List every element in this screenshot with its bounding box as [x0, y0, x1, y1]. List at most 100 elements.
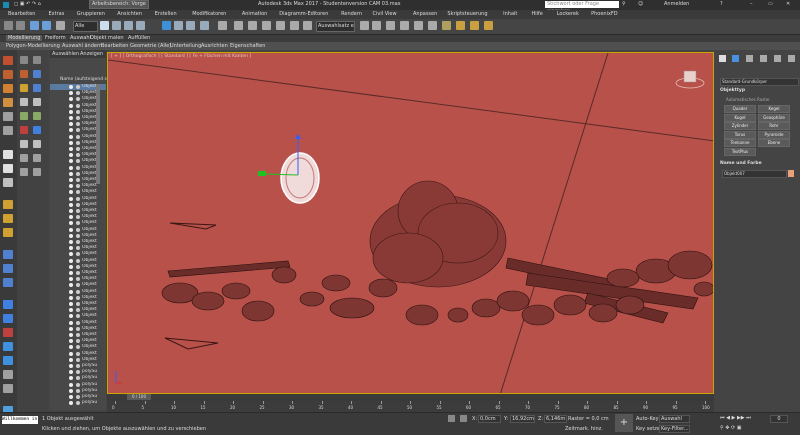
key-selection-dropdown[interactable]: Auswahl [659, 415, 690, 423]
snap-3d-icon[interactable] [248, 21, 257, 30]
viewport-nav-icons[interactable]: ⚲ ✥ ⟳ ▣ [720, 425, 742, 431]
containers-icon[interactable] [33, 126, 41, 134]
motion-tab-icon[interactable] [760, 55, 767, 62]
create-tab-icon[interactable] [719, 55, 726, 62]
hierarchy-tab-icon[interactable] [746, 55, 753, 62]
motion-icon[interactable] [3, 98, 13, 107]
display-tab-icon[interactable] [774, 55, 781, 62]
visibility-eye-icon[interactable] [69, 103, 73, 108]
pause-icon[interactable] [3, 164, 13, 173]
ribbon-tab-3[interactable]: Objekt malen [90, 35, 124, 41]
particle-icon[interactable] [3, 342, 13, 351]
sculpt-icon[interactable] [3, 228, 13, 237]
visibility-eye-icon[interactable] [69, 314, 73, 319]
visibility-eye-icon[interactable] [69, 364, 73, 368]
create-ebene-button[interactable]: Ebene [758, 139, 790, 147]
create-geosphäre-button[interactable]: Geosphäre [758, 113, 790, 122]
window-crossing-icon[interactable] [136, 21, 145, 30]
visibility-eye-icon[interactable] [69, 91, 73, 96]
menu-item-14[interactable]: Lockerek [557, 11, 579, 17]
fluid-icon[interactable] [3, 356, 13, 365]
z-coordinate[interactable]: 6,146m [544, 415, 567, 423]
visibility-eye-icon[interactable] [69, 295, 73, 300]
utilities-icon[interactable] [3, 126, 13, 135]
visibility-eye-icon[interactable] [69, 351, 73, 356]
tree-mesh[interactable] [369, 180, 507, 288]
visibility-eye-icon[interactable] [69, 147, 73, 151]
login-button[interactable]: Anmelden [664, 1, 689, 7]
visibility-eye-icon[interactable] [69, 370, 73, 375]
visibility-eye-icon[interactable] [69, 252, 73, 257]
object-name-field[interactable]: Objekt007 [722, 170, 787, 178]
visibility-eye-icon[interactable] [69, 116, 73, 120]
visibility-eye-icon[interactable] [69, 190, 73, 195]
visibility-eye-icon[interactable] [69, 258, 73, 263]
bind-icon[interactable] [56, 21, 65, 30]
select-by-name-icon[interactable] [112, 21, 121, 30]
move-icon[interactable] [162, 21, 171, 30]
filter-icon[interactable] [33, 56, 41, 64]
bones-icon[interactable] [20, 126, 28, 134]
cameras-icon[interactable] [33, 84, 41, 92]
rotate-icon[interactable] [174, 21, 183, 30]
app-logo-icon[interactable] [3, 2, 9, 8]
angle-snap-icon[interactable] [262, 21, 271, 30]
select-icon[interactable] [20, 56, 28, 64]
playback-controls[interactable]: ⏮ ◀ ▶ ▶▶ ⏭ [720, 415, 751, 421]
cloth-icon[interactable] [3, 370, 13, 379]
menu-item-13[interactable]: Hilfe [531, 11, 542, 17]
groups-icon[interactable] [20, 112, 28, 120]
visibility-eye-icon[interactable] [69, 184, 73, 189]
selection-filter-dropdown[interactable]: Alle [73, 21, 98, 32]
category-icons[interactable] [719, 67, 797, 73]
visibility-eye-icon[interactable] [69, 382, 73, 387]
auto-key-button[interactable]: Auto-Key [636, 416, 659, 422]
visibility-eye-icon[interactable] [69, 326, 73, 331]
visibility-eye-icon[interactable] [69, 178, 73, 182]
visibility-eye-icon[interactable] [69, 122, 73, 127]
visibility-eye-icon[interactable] [69, 264, 73, 269]
visibility-eye-icon[interactable] [69, 376, 73, 381]
y-coordinate[interactable]: 16,92cm [510, 415, 535, 423]
view-cube[interactable] [675, 70, 705, 89]
utilities-tab-icon[interactable] [788, 55, 795, 62]
frozen-icon[interactable] [20, 140, 28, 148]
section-object-type[interactable]: Objekttyp [720, 88, 745, 93]
create-icon[interactable] [3, 56, 13, 65]
menu-item-6[interactable]: Animation [242, 11, 268, 17]
play-icon[interactable] [3, 150, 13, 159]
mirror-icon[interactable] [360, 21, 369, 30]
redo-icon[interactable] [16, 21, 25, 30]
menu-item-3[interactable]: Ansichten [117, 11, 142, 17]
add-time-tag[interactable]: Zeitmark. hinz. [565, 426, 603, 432]
hierarchy-mode-icon[interactable] [33, 168, 41, 176]
visibility-eye-icon[interactable] [69, 85, 73, 89]
align-icon[interactable] [372, 21, 381, 30]
menu-item-8[interactable]: Rendern [341, 11, 362, 17]
link-icon[interactable] [30, 21, 39, 30]
section-name-color[interactable]: Name und Farbe [720, 161, 762, 166]
region-select-icon[interactable] [124, 21, 133, 30]
ribbon-subtool-3[interactable]: Geometrie (Alle) [130, 43, 171, 49]
brush-icon[interactable] [3, 200, 13, 209]
pivot-icon[interactable] [218, 21, 227, 30]
camera-icon[interactable] [3, 278, 13, 287]
autogrid-checkbox[interactable]: Automatisches Raster [726, 97, 770, 102]
warps-icon[interactable] [33, 98, 41, 106]
ribbon-subtool-2[interactable]: Bearbeiten [101, 43, 128, 49]
visibility-eye-icon[interactable] [69, 202, 73, 207]
hair-icon[interactable] [3, 384, 13, 393]
quick-access-icons[interactable]: ◻ ▣ ↶ ↷ ⌂ [14, 1, 41, 7]
invert-icon[interactable] [20, 154, 28, 162]
menu-item-4[interactable]: Erstellen [155, 11, 177, 17]
render-icon[interactable] [484, 21, 493, 30]
visibility-eye-icon[interactable] [69, 159, 73, 164]
selected-object[interactable] [280, 152, 320, 204]
select-object-icon[interactable] [100, 21, 109, 30]
create-zylinder-button[interactable]: Zylinder [724, 122, 756, 130]
current-frame-field[interactable]: 0 [770, 415, 788, 423]
column-header-name[interactable]: Name (aufsteigend s [60, 77, 107, 82]
paint-icon[interactable] [3, 214, 13, 223]
visibility-eye-icon[interactable] [69, 233, 73, 238]
search-icon[interactable]: ⚲ [622, 1, 626, 7]
